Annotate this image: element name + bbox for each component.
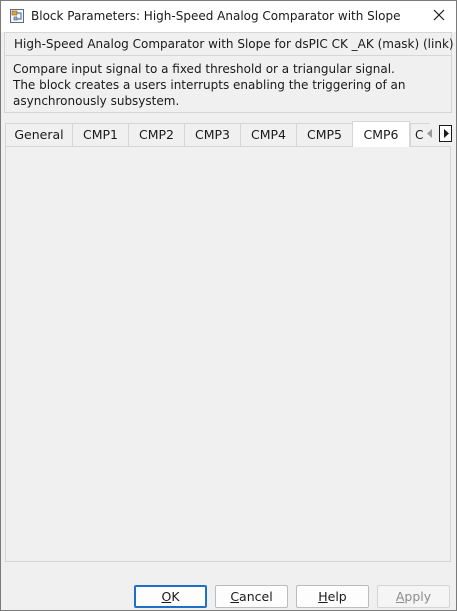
- tab-cmp1[interactable]: CMP1: [72, 123, 129, 146]
- apply-button[interactable]: Apply: [377, 585, 450, 608]
- description-line: The block creates a users interrupts ena…: [13, 78, 406, 92]
- tab-cmp2[interactable]: CMP2: [128, 123, 185, 146]
- tab-scroll-left-button[interactable]: [423, 125, 436, 142]
- apply-label-suffix: pply: [404, 589, 432, 604]
- block-parameters-dialog: Block Parameters: High-Speed Analog Comp…: [0, 0, 457, 611]
- ok-button[interactable]: OK: [134, 585, 207, 608]
- close-button[interactable]: [422, 1, 456, 32]
- tab-cmp4[interactable]: CMP4: [240, 123, 297, 146]
- ok-label-mnemonic: O: [161, 589, 172, 604]
- cancel-label-mnemonic: C: [230, 589, 240, 604]
- cancel-button[interactable]: Cancel: [215, 585, 288, 608]
- mask-description: Compare input signal to a fixed threshol…: [13, 61, 405, 109]
- tab-general[interactable]: General: [5, 123, 73, 146]
- group-divider: [5, 55, 451, 56]
- tab-panel-cmp6: [5, 146, 451, 562]
- help-label-mnemonic: H: [318, 589, 328, 604]
- chevron-right-icon: [443, 127, 449, 141]
- help-label-suffix: elp: [327, 589, 347, 604]
- close-icon: [433, 9, 445, 24]
- ok-label-suffix: K: [171, 589, 180, 604]
- simulink-block-icon: [10, 9, 24, 23]
- help-button[interactable]: Help: [296, 585, 369, 608]
- tab-bar: General CMP1 CMP2 CMP3 CMP4 CMP5 CMP6 C: [5, 121, 452, 147]
- cancel-label-suffix: ancel: [239, 589, 273, 604]
- title-bar[interactable]: Block Parameters: High-Speed Analog Comp…: [1, 1, 456, 32]
- group-title: High-Speed Analog Comparator with Slope …: [14, 37, 454, 51]
- window-title: Block Parameters: High-Speed Analog Comp…: [31, 9, 401, 23]
- chevron-left-icon: [426, 127, 433, 141]
- tab-scroll-right-button[interactable]: [439, 125, 452, 142]
- description-line: Compare input signal to a fixed threshol…: [13, 62, 395, 76]
- mask-description-group: High-Speed Analog Comparator with Slope …: [4, 32, 454, 113]
- tab-cmp6[interactable]: CMP6: [352, 121, 410, 147]
- description-line: asynchronously subsystem.: [13, 94, 180, 108]
- tab-cmp5[interactable]: CMP5: [296, 123, 353, 146]
- tab-cmp3[interactable]: CMP3: [184, 123, 241, 146]
